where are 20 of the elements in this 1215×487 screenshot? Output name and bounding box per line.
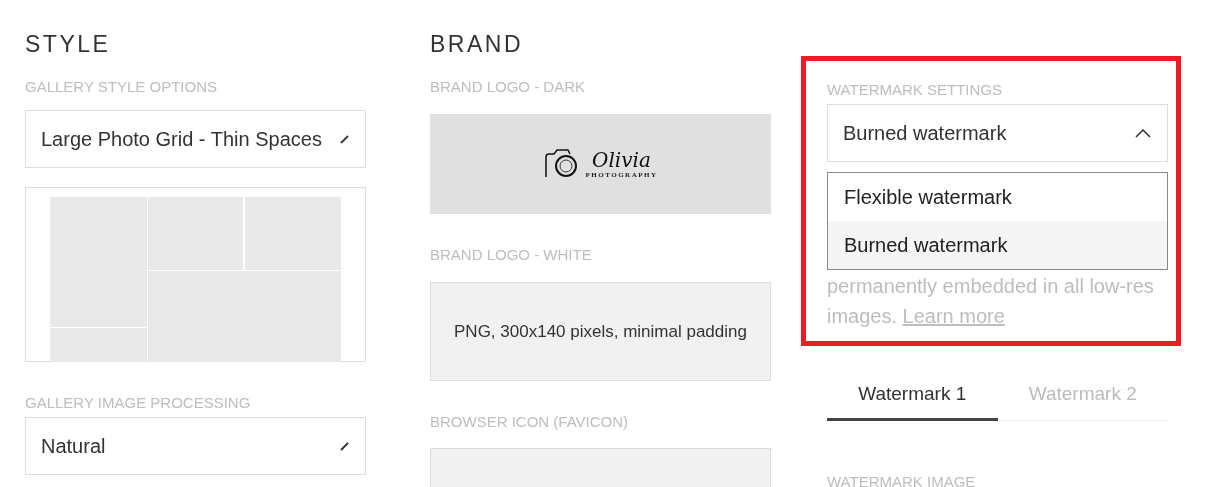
field-label: BRAND LOGO - WHITE	[430, 246, 593, 265]
image-processing-select[interactable]: Natural	[25, 417, 366, 475]
field-label: GALLERY STYLE OPTIONS	[25, 78, 219, 96]
field-label: BROWSER ICON (FAVICON)	[430, 413, 630, 432]
dropdown-option[interactable]: Burned watermark	[828, 221, 1167, 269]
pencil-icon	[340, 134, 349, 144]
description-text: permanently embedded in all low-res images. Learn more	[827, 274, 1155, 329]
favicon-upload-area[interactable]	[430, 448, 771, 487]
field-label: GALLERY IMAGE PROCESSING	[25, 394, 252, 412]
field-label: BRAND LOGO - DARK	[430, 78, 587, 96]
logo-text: Olivia	[592, 149, 651, 172]
section-heading: BRAND	[430, 31, 524, 57]
tab[interactable]: Watermark 1	[827, 382, 998, 421]
logo-upload-area[interactable]: PNG, 300x140 pixels, minimal padding	[430, 282, 771, 382]
section-heading: STYLE	[25, 31, 112, 57]
watermark-select[interactable]: Burned watermark	[827, 104, 1168, 162]
field-label: WATERMARK IMAGE	[827, 473, 977, 487]
pencil-icon	[340, 441, 349, 451]
gallery-style-select[interactable]: Large Photo Grid - Thin Spaces	[25, 110, 366, 168]
field-label: WATERMARK SETTINGS	[827, 81, 1003, 99]
